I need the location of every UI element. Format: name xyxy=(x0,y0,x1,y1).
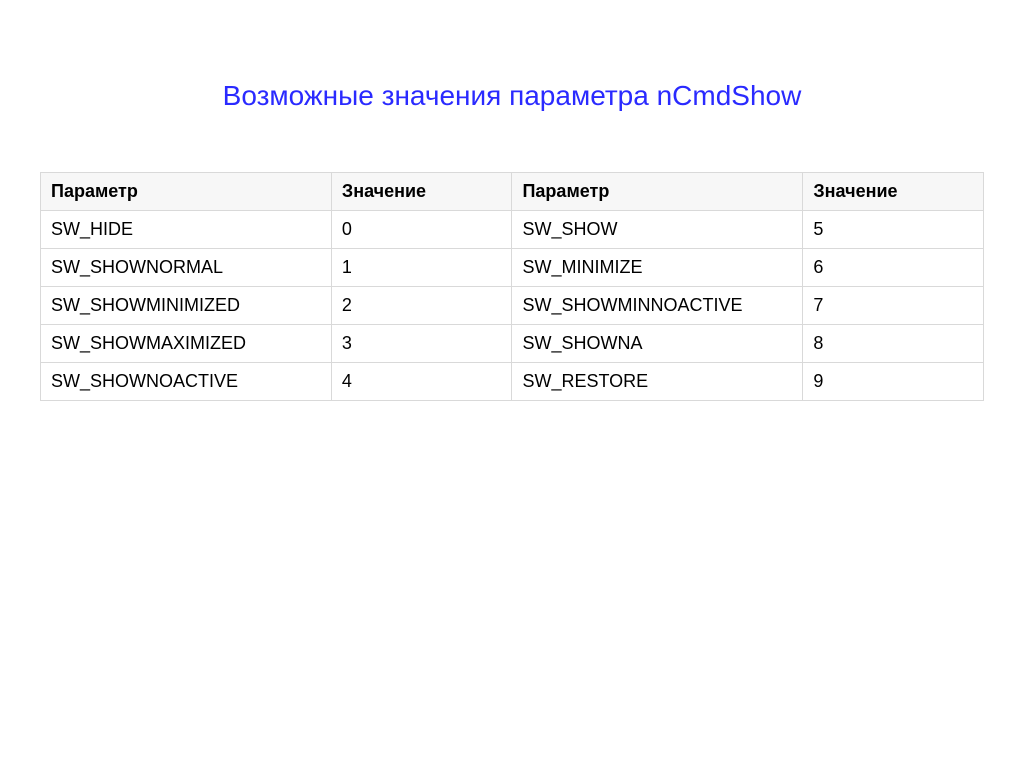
cell-value: 0 xyxy=(331,211,512,249)
table-row: SW_SHOWMINIMIZED 2 SW_SHOWMINNOACTIVE 7 xyxy=(41,287,984,325)
cell-param: SW_SHOWNA xyxy=(512,325,803,363)
table-row: SW_HIDE 0 SW_SHOW 5 xyxy=(41,211,984,249)
cell-param: SW_SHOWNORMAL xyxy=(41,249,332,287)
table-row: SW_SHOWNORMAL 1 SW_MINIMIZE 6 xyxy=(41,249,984,287)
cell-param: SW_SHOWMINNOACTIVE xyxy=(512,287,803,325)
cell-value: 8 xyxy=(803,325,984,363)
ncmdshow-table: Параметр Значение Параметр Значение SW_H… xyxy=(40,172,984,401)
cell-value: 9 xyxy=(803,363,984,401)
cell-value: 2 xyxy=(331,287,512,325)
cell-value: 1 xyxy=(331,249,512,287)
cell-param: SW_SHOWNOACTIVE xyxy=(41,363,332,401)
cell-param: SW_HIDE xyxy=(41,211,332,249)
cell-param: SW_MINIMIZE xyxy=(512,249,803,287)
page-title: Возможные значения параметра nCmdShow xyxy=(40,80,984,112)
header-value-2: Значение xyxy=(803,173,984,211)
cell-param: SW_SHOWMINIMIZED xyxy=(41,287,332,325)
cell-value: 4 xyxy=(331,363,512,401)
header-value-1: Значение xyxy=(331,173,512,211)
cell-value: 7 xyxy=(803,287,984,325)
cell-param: SW_SHOWMAXIMIZED xyxy=(41,325,332,363)
cell-param: SW_RESTORE xyxy=(512,363,803,401)
cell-param: SW_SHOW xyxy=(512,211,803,249)
document-page: Возможные значения параметра nCmdShow Па… xyxy=(0,0,1024,401)
cell-value: 6 xyxy=(803,249,984,287)
cell-value: 5 xyxy=(803,211,984,249)
table-header-row: Параметр Значение Параметр Значение xyxy=(41,173,984,211)
header-param-2: Параметр xyxy=(512,173,803,211)
table-row: SW_SHOWMAXIMIZED 3 SW_SHOWNA 8 xyxy=(41,325,984,363)
cell-value: 3 xyxy=(331,325,512,363)
table-row: SW_SHOWNOACTIVE 4 SW_RESTORE 9 xyxy=(41,363,984,401)
header-param-1: Параметр xyxy=(41,173,332,211)
